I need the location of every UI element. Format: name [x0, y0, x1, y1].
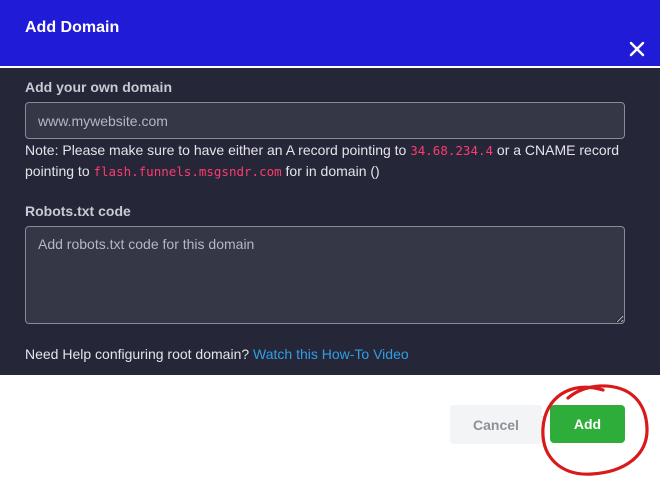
- robots-textarea[interactable]: [25, 226, 625, 324]
- modal-title: Add Domain: [25, 19, 120, 36]
- note-suffix: for in domain (): [281, 163, 380, 179]
- dns-note: Note: Please make sure to have either an…: [25, 140, 635, 182]
- modal-header: Add Domain: [0, 0, 660, 68]
- robots-label: Robots.txt code: [25, 203, 131, 219]
- how-to-video-link[interactable]: Watch this How-To Video: [253, 346, 409, 362]
- domain-label: Add your own domain: [25, 79, 172, 95]
- cancel-button[interactable]: Cancel: [450, 405, 542, 444]
- modal-footer: Cancel Add: [0, 375, 660, 478]
- close-icon[interactable]: [626, 38, 648, 60]
- help-text: Need Help configuring root domain?: [25, 346, 254, 362]
- note-prefix: Note: Please make sure to have either an…: [25, 142, 411, 158]
- a-record-ip: 34.68.234.4: [410, 143, 494, 158]
- modal-body: Add your own domain Note: Please make su…: [0, 68, 660, 375]
- domain-input[interactable]: [25, 102, 625, 139]
- cname-target: flash.funnels.msgsndr.com: [93, 164, 282, 179]
- add-button[interactable]: Add: [550, 405, 625, 443]
- add-domain-modal: Add Domain Add your own domain Note: Ple…: [0, 0, 660, 478]
- help-line: Need Help configuring root domain? Watch…: [25, 346, 409, 362]
